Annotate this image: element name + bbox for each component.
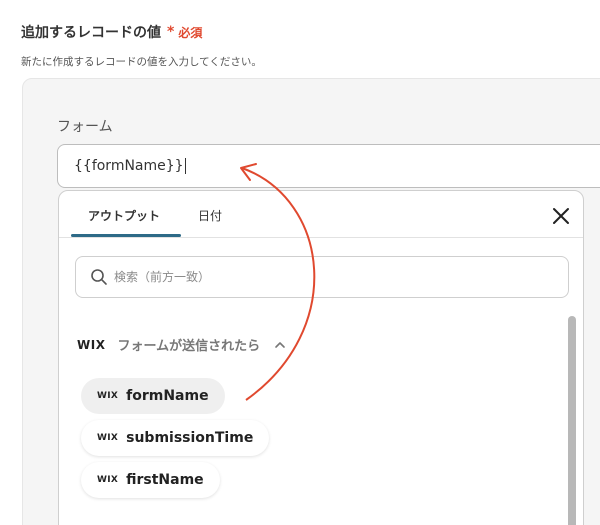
wix-logo-small: WIX [97, 475, 119, 485]
chevron-up-icon [275, 341, 285, 348]
section-description: 新たに作成するレコードの値を入力してください。 [21, 56, 262, 68]
text-caret [184, 158, 186, 174]
required-label: 必須 [178, 25, 203, 40]
form-value-input[interactable]: {{formName}} [57, 144, 600, 188]
search-input[interactable] [114, 270, 534, 284]
output-item-firstname[interactable]: WIX firstName [81, 462, 220, 498]
form-field-label: フォーム [57, 119, 113, 135]
tab-output[interactable]: アウトプット [88, 207, 160, 224]
tab-date[interactable]: 日付 [198, 207, 222, 224]
group-header-wix-form-submitted[interactable]: WIX フォームが送信されたら [77, 335, 286, 354]
section-title-text: 追加するレコードの値 [21, 25, 161, 41]
search-box [75, 256, 569, 298]
close-button[interactable] [549, 204, 573, 228]
wix-logo: WIX [77, 337, 106, 352]
active-tab-indicator [71, 234, 181, 237]
wix-logo-small: WIX [97, 391, 119, 401]
dropdown-scrollbar[interactable] [568, 316, 576, 525]
search-icon [91, 269, 107, 285]
form-value-text: {{formName}} [74, 158, 184, 174]
output-picker-dropdown: アウトプット 日付 WIX フォームが送信されたら WIX formName W… [58, 190, 584, 525]
output-item-formname[interactable]: WIX formName [81, 378, 225, 414]
output-item-label: firstName [126, 472, 204, 488]
group-title: フォームが送信されたら [117, 339, 261, 354]
required-asterisk: * [167, 24, 175, 40]
output-item-label: formName [126, 388, 209, 404]
close-icon [553, 208, 569, 224]
output-item-submissiontime[interactable]: WIX submissionTime [81, 420, 270, 456]
output-item-label: submissionTime [126, 430, 254, 446]
wix-logo-small: WIX [97, 433, 119, 443]
section-title: 追加するレコードの値 * 必須 [21, 22, 202, 42]
picker-tabs: アウトプット 日付 [59, 191, 583, 238]
